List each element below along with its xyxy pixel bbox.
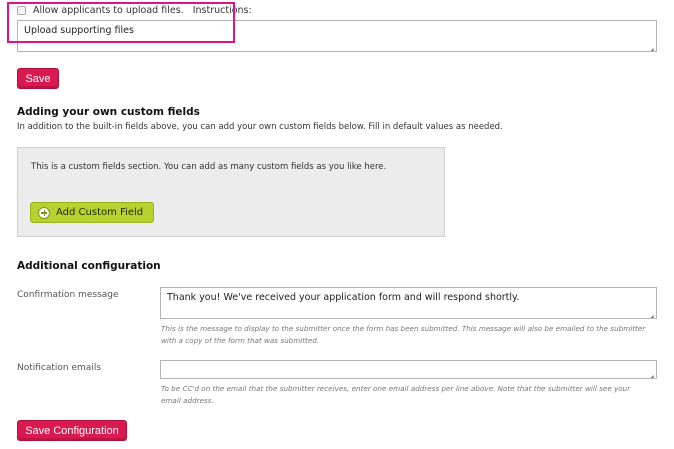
highlight-annotation: [7, 2, 235, 43]
resize-handle-icon[interactable]: [646, 368, 654, 376]
custom-fields-heading: Adding your own custom fields: [17, 106, 200, 118]
save-configuration-button[interactable]: Save Configuration: [17, 420, 127, 441]
resize-handle-icon[interactable]: [646, 41, 654, 49]
custom-fields-description: In addition to the built-in fields above…: [17, 122, 503, 132]
custom-fields-box-text: This is a custom fields section. You can…: [31, 162, 387, 172]
notification-emails-textarea[interactable]: [160, 360, 657, 379]
add-custom-field-label: Add Custom Field: [56, 207, 144, 218]
additional-config-heading: Additional configuration: [17, 260, 161, 272]
plus-circle-icon: [38, 206, 50, 219]
notification-emails-help: To be CC'd on the email that the submitt…: [161, 384, 631, 405]
confirmation-message-help: This is the message to display to the su…: [161, 324, 646, 345]
notification-emails-label: Notification emails: [17, 363, 102, 373]
add-custom-field-button[interactable]: Add Custom Field: [30, 202, 154, 223]
save-button[interactable]: Save: [17, 68, 59, 89]
confirmation-message-textarea[interactable]: Thank you! We've received your applicati…: [160, 287, 657, 319]
resize-handle-icon[interactable]: [646, 308, 654, 316]
confirmation-message-value: Thank you! We've received your applicati…: [167, 292, 520, 303]
confirmation-message-label: Confirmation message: [17, 290, 119, 300]
custom-fields-section: [17, 147, 445, 237]
